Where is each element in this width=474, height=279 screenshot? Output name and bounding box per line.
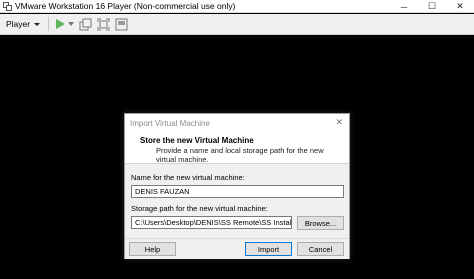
- play-icon: [56, 19, 66, 29]
- window-title: VMware Workstation 16 Player (Non-commer…: [15, 1, 236, 11]
- dialog-title-bar: Import Virtual Machine ✕: [125, 114, 349, 132]
- toolbar-separator: [48, 17, 50, 31]
- play-dropdown-icon: [68, 22, 75, 26]
- dialog-button-row: Help Import Cancel: [125, 238, 349, 259]
- minimize-button[interactable]: ─: [390, 0, 418, 13]
- storage-path-input[interactable]: C:\Users\Desktop\DENIS\SS Remote\SS Inst…: [131, 216, 292, 229]
- send-ctrl-alt-del-button[interactable]: [79, 18, 92, 31]
- close-button[interactable]: ✕: [446, 0, 474, 13]
- browse-button[interactable]: Browse...: [297, 216, 344, 230]
- window-controls: ─ ☐ ✕: [390, 0, 474, 13]
- unity-icon: [115, 18, 128, 30]
- vmware-app-icon: [3, 1, 12, 11]
- player-menu-label: Player: [6, 19, 31, 29]
- ctrl-alt-del-icon: [79, 18, 92, 30]
- help-button[interactable]: Help: [129, 242, 176, 256]
- import-vm-dialog: Import Virtual Machine ✕ Store the new V…: [124, 113, 350, 259]
- toolbar: Player: [0, 14, 474, 35]
- title-bar: VMware Workstation 16 Player (Non-commer…: [0, 0, 474, 13]
- cancel-button[interactable]: Cancel: [297, 242, 344, 256]
- play-button[interactable]: [55, 18, 75, 30]
- chevron-down-icon: [34, 22, 41, 26]
- dialog-heading: Store the new Virtual Machine: [140, 136, 254, 145]
- maximize-button[interactable]: ☐: [418, 0, 446, 13]
- name-label: Name for the new virtual machine:: [131, 173, 245, 182]
- fit-guest-button[interactable]: [97, 18, 110, 31]
- import-button[interactable]: Import: [245, 242, 292, 256]
- player-menu[interactable]: Player: [6, 19, 41, 29]
- dialog-title: Import Virtual Machine: [130, 118, 210, 128]
- dialog-description: Provide a name and local storage path fo…: [156, 146, 324, 164]
- vm-name-input[interactable]: DENIS FAUZAN: [131, 185, 344, 198]
- fit-window-icon: [97, 18, 110, 30]
- path-label: Storage path for the new virtual machine…: [131, 204, 268, 213]
- dialog-close-button[interactable]: ✕: [335, 117, 343, 128]
- dialog-header: Store the new Virtual Machine Provide a …: [125, 132, 349, 164]
- unity-button[interactable]: [115, 18, 128, 31]
